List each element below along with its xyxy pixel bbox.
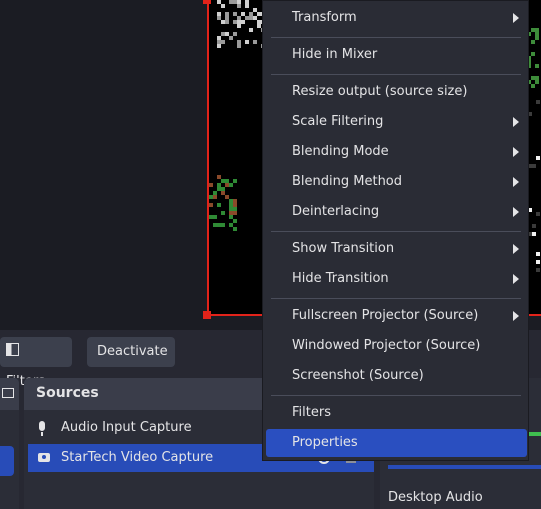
menu-item-scale-filtering[interactable]: Scale Filtering — [266, 108, 527, 136]
menu-item-label: Windowed Projector (Source) — [292, 338, 481, 353]
menu-item-blending-mode[interactable]: Blending Mode — [266, 138, 527, 166]
filters-icon — [6, 343, 19, 356]
menu-item-label: Deinterlacing — [292, 204, 380, 219]
menu-item-screenshot[interactable]: Screenshot (Source) — [266, 362, 527, 390]
scenes-dock-titlebar — [0, 378, 19, 410]
scene-item-selected[interactable] — [0, 446, 14, 476]
menu-item-deinterlacing[interactable]: Deinterlacing — [266, 198, 527, 226]
submenu-arrow-icon — [513, 117, 519, 127]
menu-item-blending-method[interactable]: Blending Method — [266, 168, 527, 196]
menu-item-label: Filters — [292, 405, 331, 420]
submenu-arrow-icon — [513, 207, 519, 217]
menu-item-hide-transition[interactable]: Hide Transition — [266, 265, 527, 293]
deactivate-label: Deactivate — [97, 344, 168, 359]
sources-title: Sources — [36, 385, 99, 401]
menu-item-hide-in-mixer[interactable]: Hide in Mixer — [266, 41, 527, 69]
menu-item-transform[interactable]: Transform — [266, 4, 527, 32]
submenu-arrow-icon — [513, 244, 519, 254]
menu-item-filters[interactable]: Filters — [266, 399, 527, 427]
submenu-arrow-icon — [513, 177, 519, 187]
source-label: Audio Input Capture — [61, 420, 192, 435]
menu-item-properties[interactable]: Properties — [266, 429, 527, 457]
menu-separator — [271, 395, 521, 396]
menu-item-show-transition[interactable]: Show Transition — [266, 235, 527, 263]
submenu-arrow-icon — [513, 311, 519, 321]
camera-lens-part — [42, 455, 46, 459]
menu-item-label: Resize output (source size) — [292, 84, 468, 99]
menu-item-label: Transform — [292, 10, 357, 25]
desktop-audio-label: Desktop Audio — [388, 490, 483, 505]
submenu-arrow-icon — [513, 13, 519, 23]
context-menu: Transform Hide in Mixer Resize output (s… — [262, 0, 529, 461]
resize-handle-bottom-left[interactable] — [203, 311, 211, 319]
menu-separator — [271, 231, 521, 232]
submenu-arrow-icon — [513, 147, 519, 157]
microphone-icon — [39, 421, 45, 431]
filters-button[interactable]: Filters — [0, 337, 72, 389]
menu-separator — [271, 298, 521, 299]
menu-separator — [271, 37, 521, 38]
menu-item-label: Blending Method — [292, 174, 403, 189]
menu-item-resize-output[interactable]: Resize output (source size) — [266, 78, 527, 106]
deactivate-button[interactable]: Deactivate — [87, 337, 175, 367]
menu-item-label: Screenshot (Source) — [292, 368, 424, 383]
menu-item-label: Fullscreen Projector (Source) — [292, 308, 479, 323]
menu-item-label: Show Transition — [292, 241, 395, 256]
menu-item-label: Scale Filtering — [292, 114, 384, 129]
menu-item-label: Blending Mode — [292, 144, 389, 159]
volume-slider[interactable] — [388, 465, 541, 469]
menu-item-label: Hide in Mixer — [292, 47, 378, 62]
menu-separator — [271, 74, 521, 75]
selection-border-left — [207, 0, 209, 316]
menu-item-label: Hide Transition — [292, 271, 389, 286]
microphone-stand-icon-part — [41, 432, 43, 436]
menu-item-windowed-projector[interactable]: Windowed Projector (Source) — [266, 332, 527, 360]
undock-icon[interactable] — [2, 388, 14, 398]
resize-handle-top-left[interactable] — [203, 0, 211, 4]
submenu-arrow-icon — [513, 274, 519, 284]
menu-item-fullscreen-projector[interactable]: Fullscreen Projector (Source) — [266, 302, 527, 330]
menu-item-label: Properties — [292, 435, 358, 450]
source-label: StarTech Video Capture — [61, 450, 214, 465]
